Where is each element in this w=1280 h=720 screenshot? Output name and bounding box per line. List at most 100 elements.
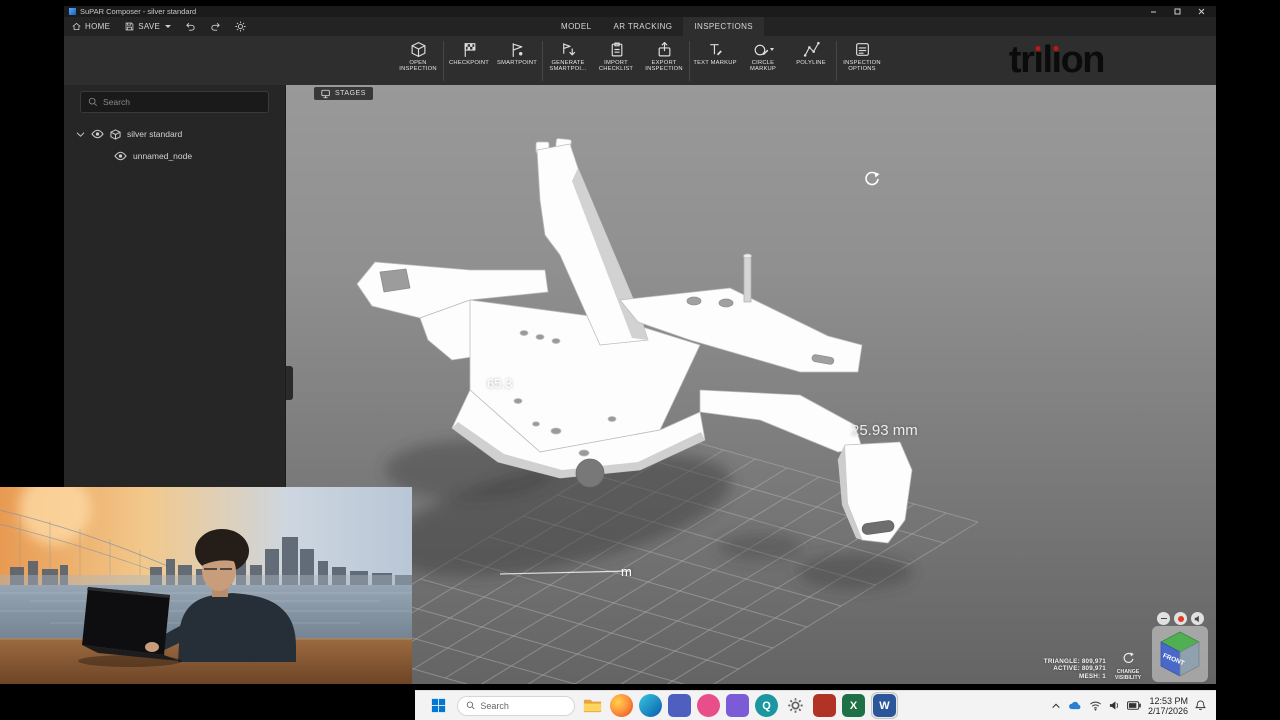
circle-markup-button[interactable]: CIRCLE MARKUP <box>739 38 787 73</box>
text-markup-button[interactable]: TEXT MARKUP <box>691 38 739 66</box>
maximize-button[interactable] <box>1165 6 1189 17</box>
start-button[interactable] <box>425 693 451 719</box>
collapse-button[interactable] <box>1157 612 1170 625</box>
smartpoint-button[interactable]: SMARTPOINT <box>493 38 541 66</box>
taskbar-icon-app-purple[interactable] <box>726 694 749 717</box>
titlebar: SuPAR Composer - silver standard <box>64 6 1216 17</box>
taskbar-icon-photos[interactable] <box>697 694 720 717</box>
model-tree: silver standard unnamed_node <box>64 123 285 167</box>
taskbar-search[interactable] <box>457 695 575 716</box>
caret-down-icon <box>770 48 774 51</box>
notification-bell-icon[interactable] <box>1195 700 1206 711</box>
tab-inspections[interactable]: INSPECTIONS <box>683 17 765 36</box>
taskbar-icon-edge[interactable] <box>639 694 662 717</box>
save-label: SAVE <box>138 22 161 31</box>
window-title: SuPAR Composer - silver standard <box>80 7 197 16</box>
panel-collapse-handle[interactable] <box>286 366 293 400</box>
search-icon <box>466 701 475 710</box>
tree-row-silver-standard[interactable]: silver standard <box>64 123 285 145</box>
redo-icon <box>211 22 220 31</box>
toolbar-button-label: OPEN INSPECTION <box>399 60 437 73</box>
taskbar-icon-quest[interactable]: Q <box>755 694 778 717</box>
record-badge[interactable] <box>1174 612 1187 625</box>
maximize-icon <box>1174 8 1180 15</box>
minimize-icon <box>1150 11 1156 13</box>
taskbar-icon-excel[interactable]: X <box>842 694 865 717</box>
tab-model[interactable]: MODEL <box>550 17 602 36</box>
taskbar-icon-gom-inspect[interactable] <box>813 694 836 717</box>
save-menu-item[interactable]: SAVE <box>117 17 178 36</box>
taskbar-clock[interactable]: 12:53 PM 2/17/2026 <box>1148 696 1188 716</box>
smartpoint-icon <box>512 43 522 57</box>
stages-button[interactable]: STAGES <box>314 87 373 100</box>
save-icon <box>125 22 134 31</box>
open-inspection-icon <box>411 42 425 57</box>
open-inspection-button[interactable]: OPEN INSPECTION <box>394 38 442 73</box>
measurement-label: 65.3 <box>487 376 513 391</box>
text-markup-icon <box>709 44 722 56</box>
toolbar-separator <box>689 41 690 81</box>
toolbar-separator <box>836 41 837 81</box>
tab-ar-tracking[interactable]: AR TRACKING <box>602 17 683 36</box>
checkpoint-button[interactable]: CHECKPOINT <box>445 38 493 66</box>
settings-gear-button[interactable] <box>228 17 253 36</box>
taskbar-icon-firefox[interactable] <box>610 694 633 717</box>
sidebar-search[interactable] <box>80 91 269 113</box>
refresh-icon <box>1123 652 1134 664</box>
search-input[interactable] <box>103 97 261 107</box>
close-button[interactable] <box>1189 6 1213 17</box>
viewport-overlay-controls <box>1157 612 1204 625</box>
webcam-overlay <box>0 487 412 684</box>
onedrive-cloud-icon[interactable] <box>1068 701 1082 711</box>
inspection-options-button[interactable]: INSPECTION OPTIONS <box>838 38 886 73</box>
taskbar-icon-word[interactable]: W <box>873 694 896 717</box>
generate-smartpoints-button[interactable]: GENERATE SMARTPOI... <box>544 38 592 73</box>
battery-icon[interactable] <box>1126 701 1141 710</box>
toolbar-button-label: CHECKPOINT <box>448 60 489 66</box>
home-icon <box>72 22 81 30</box>
chevron-down-icon[interactable] <box>76 131 85 138</box>
undo-icon <box>186 22 195 31</box>
viewport-3d[interactable]: STAGES 65.3 25.93 mm m TRIANGLE: 809,971… <box>286 85 1216 684</box>
tree-row-unnamed-node[interactable]: unnamed_node <box>64 145 285 167</box>
windows-logo-icon <box>431 698 445 713</box>
toolbar-button-label: INSPECTION OPTIONS <box>843 60 881 73</box>
import-checklist-button[interactable]: IMPORT CHECKLIST <box>592 38 640 73</box>
polyline-icon <box>803 41 820 57</box>
gear-icon <box>788 698 803 713</box>
model-3d-scene[interactable] <box>286 85 1215 684</box>
taskbar-icon-settings[interactable] <box>784 694 807 717</box>
taskbar-icon-teams[interactable] <box>668 694 691 717</box>
wifi-icon[interactable] <box>1089 700 1102 711</box>
taskbar-icon-file-explorer[interactable] <box>581 694 604 717</box>
taskbar-search-input[interactable] <box>480 700 566 711</box>
caret-down-icon <box>165 25 172 28</box>
toolbar-button-label: IMPORT CHECKLIST <box>598 60 634 73</box>
tree-node-label: silver standard <box>127 129 183 139</box>
redo-button[interactable] <box>203 17 228 36</box>
chevron-up-icon[interactable] <box>1051 701 1061 710</box>
navigation-cube[interactable]: FRONT <box>1152 626 1208 682</box>
app-icon <box>69 8 76 15</box>
polyline-button[interactable]: POLYLINE <box>787 38 835 66</box>
stages-label: STAGES <box>335 90 366 97</box>
menubar: HOME SAVE MODEL AR TRACKING INSPECTIONS <box>64 17 1216 36</box>
minimize-button[interactable] <box>1141 6 1165 17</box>
toolbar-button-label: SMARTPOINT <box>497 60 537 66</box>
windows-taskbar: Q X W 12:53 PM 2/17/2026 <box>415 690 1216 720</box>
home-menu-item[interactable]: HOME <box>64 17 117 36</box>
visibility-eye-icon[interactable] <box>91 129 104 139</box>
export-inspection-button[interactable]: EXPORT INSPECTION <box>640 38 688 73</box>
undo-button[interactable] <box>178 17 203 36</box>
audio-button[interactable] <box>1191 612 1204 625</box>
toolbar-button-label: EXPORT INSPECTION <box>645 60 683 73</box>
toolbar: OPEN INSPECTION CHECKPOINT SMARTPOINT GE… <box>64 36 1216 85</box>
circle-markup-icon <box>754 44 769 56</box>
hand <box>145 642 159 652</box>
stages-icon <box>321 89 330 98</box>
change-visibility-button[interactable]: CHANGE VISIBILITY <box>1110 652 1146 682</box>
measurement-label: 25.93 mm <box>851 422 918 439</box>
toolbar-separator <box>542 41 543 81</box>
volume-icon[interactable] <box>1109 700 1120 711</box>
visibility-eye-icon[interactable] <box>114 151 127 161</box>
